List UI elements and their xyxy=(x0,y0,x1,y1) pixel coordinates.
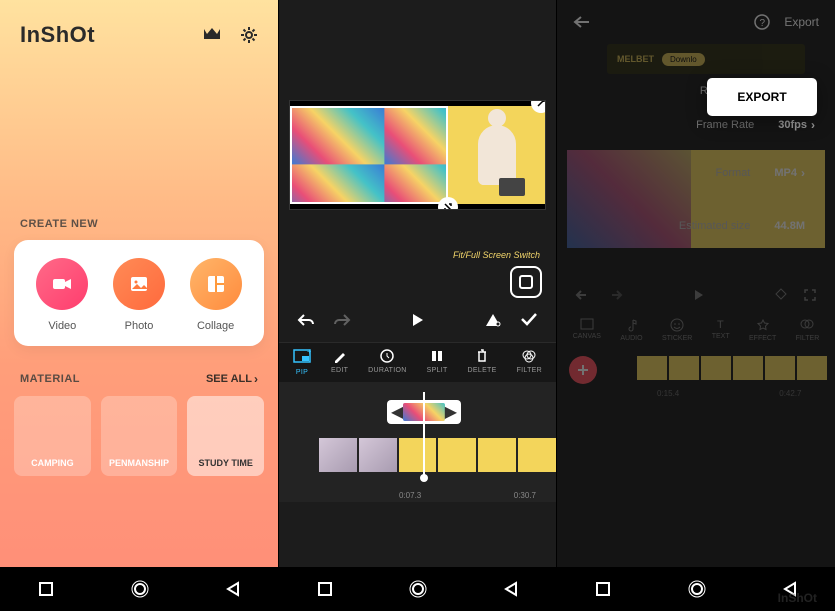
back-arrow-icon[interactable] xyxy=(573,15,591,29)
export-preview: FormatMP4› Estimated size44.8M xyxy=(567,150,825,248)
tool-filter[interactable]: FILTER xyxy=(796,318,820,342)
timeline[interactable]: 0:15.40:42.7 xyxy=(557,346,835,398)
tool-text[interactable]: TTEXT xyxy=(712,318,730,342)
back-icon[interactable] xyxy=(504,581,518,597)
recents-icon[interactable] xyxy=(38,581,54,597)
tool-filter[interactable]: FILTER xyxy=(517,349,542,376)
back-icon[interactable] xyxy=(226,581,240,597)
create-video[interactable]: Video xyxy=(36,258,88,332)
export-link[interactable]: Export xyxy=(784,15,819,29)
time-total: 0:30.7 xyxy=(514,491,536,500)
fullscreen-icon[interactable] xyxy=(803,288,817,302)
tool-duration[interactable]: DURATION xyxy=(368,349,406,376)
play-icon[interactable] xyxy=(411,312,425,328)
gear-icon[interactable] xyxy=(240,26,258,44)
material-heading: MATERIAL xyxy=(20,373,80,385)
tool-sticker[interactable]: STICKER xyxy=(662,318,692,342)
watermark: InShOt xyxy=(778,591,817,605)
fit-full-toggle[interactable] xyxy=(510,266,542,298)
playhead[interactable] xyxy=(423,392,425,478)
fit-hint-label: Fit/Full Screen Switch xyxy=(279,250,540,260)
see-all-link[interactable]: SEE ALL› xyxy=(206,372,258,386)
android-navbar xyxy=(0,567,278,611)
resize-handle-icon[interactable] xyxy=(438,197,458,210)
svg-text:?: ? xyxy=(760,18,766,29)
help-icon[interactable]: ? xyxy=(754,14,770,30)
tool-effect[interactable]: EFFECT xyxy=(749,318,776,342)
main-track[interactable] xyxy=(319,438,556,472)
tool-canvas[interactable]: CANVAS xyxy=(573,318,601,342)
svg-text:T: T xyxy=(717,319,724,330)
tool-strip: +PIP EDIT DURATION SPLIT DELETE FILTER xyxy=(279,342,556,382)
add-button[interactable] xyxy=(569,356,597,384)
app-brand: InShOt xyxy=(20,22,95,48)
export-popup[interactable]: EXPORT xyxy=(707,78,817,116)
home-icon[interactable] xyxy=(409,580,427,598)
crown-icon[interactable] xyxy=(202,26,222,44)
row-format[interactable]: FormatMP4› xyxy=(696,156,825,190)
tool-edit[interactable]: EDIT xyxy=(331,349,348,376)
time-current: 0:07.3 xyxy=(399,491,421,500)
row-size: Estimated size44.8M xyxy=(659,210,825,242)
check-icon[interactable] xyxy=(520,312,538,328)
recents-icon[interactable] xyxy=(595,581,611,597)
redo-icon[interactable] xyxy=(607,289,623,301)
create-collage[interactable]: Collage xyxy=(190,258,242,332)
android-navbar xyxy=(279,567,556,611)
export-screen: ? Export MELBET Downlo EXPORT Resolution… xyxy=(556,0,835,611)
keyframe-icon[interactable] xyxy=(775,288,787,302)
timeline[interactable]: ◀▶ 0:07.30:30.7 xyxy=(279,382,556,502)
tool-split[interactable]: SPLIT xyxy=(427,349,448,376)
redo-icon[interactable] xyxy=(333,313,351,327)
svg-text:+: + xyxy=(307,349,311,356)
create-photo[interactable]: Photo xyxy=(113,258,165,332)
undo-icon[interactable] xyxy=(297,313,315,327)
material-camping[interactable]: CAMPING xyxy=(14,396,91,476)
play-icon[interactable] xyxy=(693,288,705,302)
home-icon[interactable] xyxy=(131,580,149,598)
undo-icon[interactable] xyxy=(575,289,591,301)
create-new-heading: CREATE NEW xyxy=(20,218,278,230)
tool-delete[interactable]: DELETE xyxy=(468,349,497,376)
video-preview[interactable] xyxy=(289,100,546,210)
recents-icon[interactable] xyxy=(317,581,333,597)
material-penmanship[interactable]: PENMANSHIP xyxy=(101,396,178,476)
tool-pip[interactable]: +PIP xyxy=(293,349,311,376)
home-icon[interactable] xyxy=(688,580,706,598)
transition-icon[interactable] xyxy=(484,312,502,328)
tool-audio[interactable]: AUDIO xyxy=(620,318,642,342)
home-screen: InShOt CREATE NEW Video Photo Collage MA… xyxy=(0,0,278,611)
create-card: Video Photo Collage xyxy=(14,240,264,346)
ad-banner[interactable]: MELBET Downlo xyxy=(607,44,805,74)
material-studytime[interactable]: STUDY TIME xyxy=(187,396,264,476)
editor-screen: Fit/Full Screen Switch +PIP EDIT DURATIO… xyxy=(278,0,556,611)
